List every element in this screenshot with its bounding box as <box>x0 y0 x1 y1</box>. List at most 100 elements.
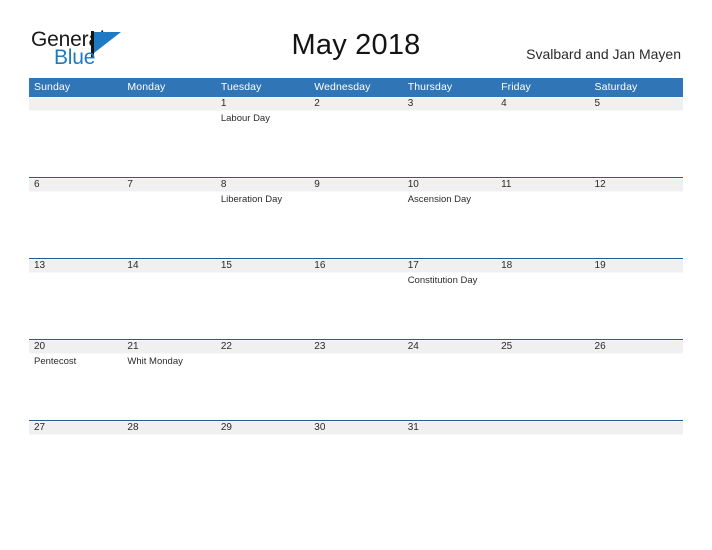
day-cell[interactable]: 30 <box>309 420 403 450</box>
day-cell[interactable]: 13 <box>29 258 123 340</box>
day-cell[interactable]: 15 <box>215 258 310 340</box>
day-event <box>590 353 683 355</box>
day-number: 5 <box>594 98 601 109</box>
day-number: 9 <box>314 179 320 190</box>
day-event <box>309 272 402 274</box>
day-event <box>590 434 683 436</box>
weekday-header-saturday: Saturday <box>589 78 683 97</box>
day-cell[interactable] <box>496 420 590 450</box>
month-calendar: Sunday Monday Tuesday Wednesday Thursday… <box>29 78 683 450</box>
day-cell[interactable]: 9 <box>309 177 403 259</box>
day-event: Labour Day <box>220 113 270 124</box>
day-cell[interactable]: 4 <box>496 96 590 178</box>
day-number: 31 <box>407 422 419 433</box>
day-cell[interactable]: 10 Ascension Day <box>402 177 497 259</box>
day-event <box>216 434 309 436</box>
day-cell[interactable]: 7 <box>122 177 216 259</box>
day-number: 14 <box>127 260 139 271</box>
day-cell[interactable]: 22 <box>215 339 310 421</box>
day-cell[interactable]: 29 <box>215 420 310 450</box>
day-event <box>29 191 122 193</box>
day-event <box>29 110 122 112</box>
day-event: Liberation Day <box>220 194 283 205</box>
day-number <box>496 421 589 434</box>
day-cell[interactable]: 5 <box>589 96 683 178</box>
day-number: 2 <box>314 98 320 109</box>
day-cell[interactable]: 14 <box>122 258 216 340</box>
day-event: Whit Monday <box>127 356 183 367</box>
day-cell[interactable]: 18 <box>496 258 590 340</box>
day-number: 25 <box>501 341 513 352</box>
day-number <box>590 421 683 434</box>
day-cell[interactable]: 17 Constitution Day <box>402 258 497 340</box>
day-event <box>122 110 215 112</box>
day-cell[interactable]: 21 Whit Monday <box>122 339 216 421</box>
day-number: 15 <box>220 260 232 271</box>
weekday-header-tuesday: Tuesday <box>215 78 310 97</box>
day-event <box>496 434 589 436</box>
day-cell[interactable]: 25 <box>496 339 590 421</box>
calendar-week-row: 6 7 8 Liberation Day 9 10 Ascension Day … <box>29 177 683 259</box>
day-number: 13 <box>34 260 46 271</box>
calendar-week-row: 1 Labour Day 2 3 4 5 <box>29 96 683 178</box>
day-number: 22 <box>220 341 232 352</box>
day-number: 16 <box>314 260 326 271</box>
day-event: Ascension Day <box>407 194 472 205</box>
day-number: 3 <box>407 98 414 109</box>
day-number: 18 <box>501 260 513 271</box>
day-number: 6 <box>34 179 40 190</box>
day-event <box>590 110 683 112</box>
day-cell[interactable] <box>589 420 683 450</box>
calendar-body: 1 Labour Day 2 3 4 5 6 7 8 Liberation Da… <box>29 96 683 450</box>
day-cell[interactable]: 23 <box>309 339 403 421</box>
day-cell[interactable]: 1 Labour Day <box>215 96 310 178</box>
day-cell[interactable]: 3 <box>402 96 497 178</box>
calendar-week-row: 27 28 29 30 31 <box>29 420 683 450</box>
day-cell[interactable]: 2 <box>309 96 403 178</box>
weekday-header-thursday: Thursday <box>402 78 497 97</box>
day-cell[interactable]: 12 <box>589 177 683 259</box>
day-cell[interactable] <box>122 96 216 178</box>
day-event <box>29 272 122 274</box>
day-number: 23 <box>314 341 326 352</box>
day-cell[interactable]: 6 <box>29 177 123 259</box>
day-event <box>403 434 496 436</box>
day-number: 26 <box>594 341 606 352</box>
day-number: 19 <box>594 260 606 271</box>
day-cell[interactable] <box>29 96 123 178</box>
day-cell[interactable]: 24 <box>402 339 497 421</box>
day-number: 8 <box>220 179 227 190</box>
day-event <box>122 434 215 436</box>
day-number <box>29 97 122 110</box>
day-number <box>122 97 215 110</box>
day-number: 1 <box>220 98 227 109</box>
day-number: 10 <box>407 179 419 190</box>
day-cell[interactable]: 20 Pentecost <box>29 339 123 421</box>
calendar-page: General Blue May 2018 Svalbard and Jan M… <box>0 0 712 550</box>
weekday-header-sunday: Sunday <box>29 78 123 97</box>
day-cell[interactable]: 19 <box>589 258 683 340</box>
day-event: Pentecost <box>34 356 77 367</box>
day-event <box>309 191 402 193</box>
day-cell[interactable]: 27 <box>29 420 123 450</box>
day-cell[interactable]: 31 <box>402 420 497 450</box>
day-number: 7 <box>127 179 133 190</box>
day-event <box>403 353 496 355</box>
day-event <box>216 353 309 355</box>
day-number: 17 <box>407 260 419 271</box>
day-number: 24 <box>407 341 419 352</box>
day-event: Constitution Day <box>407 275 478 286</box>
day-event <box>496 272 589 274</box>
day-number: 27 <box>34 422 46 433</box>
day-cell[interactable]: 28 <box>122 420 216 450</box>
day-cell[interactable]: 26 <box>589 339 683 421</box>
day-event <box>216 272 309 274</box>
day-number: 21 <box>127 341 139 352</box>
day-cell[interactable]: 8 Liberation Day <box>215 177 310 259</box>
weekday-header-friday: Friday <box>496 78 590 97</box>
day-cell[interactable]: 16 <box>309 258 403 340</box>
day-cell[interactable]: 11 <box>496 177 590 259</box>
day-event <box>122 191 215 193</box>
day-number: 28 <box>127 422 139 433</box>
day-event <box>309 353 402 355</box>
